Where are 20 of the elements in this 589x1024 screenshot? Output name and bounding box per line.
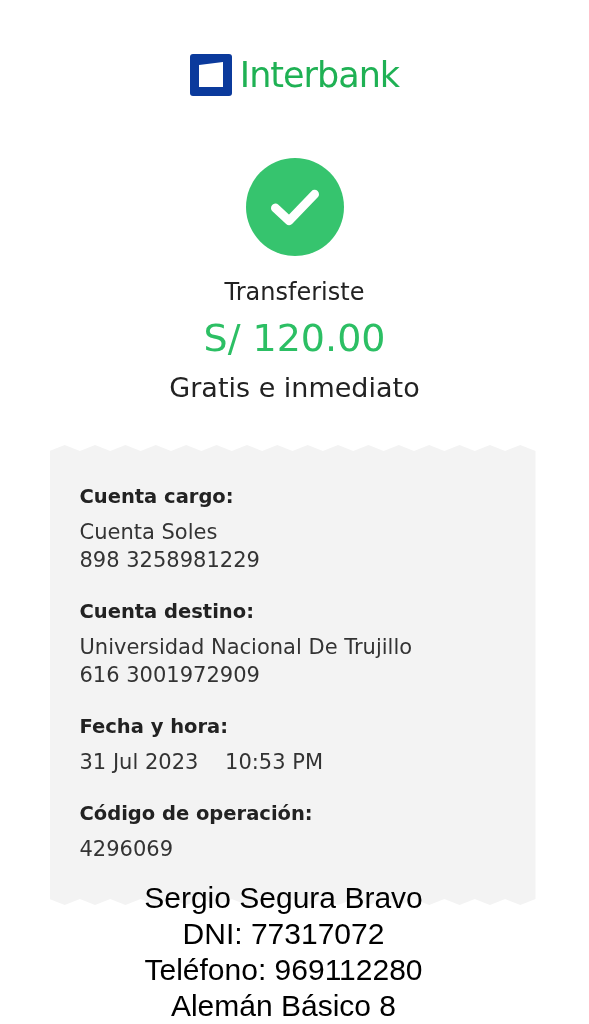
amount: S/ 120.00 — [203, 316, 386, 360]
detail-value: Cuenta Soles — [79, 519, 219, 546]
status-subtitle: Gratis e inmediato — [169, 372, 420, 403]
detail-value: 31 Jul 2023 10:53 PM — [79, 749, 325, 776]
detail-value: 4296069 — [79, 836, 175, 863]
check-icon — [244, 158, 345, 256]
detail-value: 898 3258981229 — [79, 547, 261, 574]
annotation-line: Alemán Básico 8 — [170, 988, 397, 1024]
brand-name: Interbank — [239, 54, 400, 96]
annotation-line: Sergio Segura Bravo — [144, 880, 423, 916]
detail-label: Cuenta cargo: — [79, 485, 235, 508]
detail-label: Cuenta destino: — [79, 600, 255, 623]
logo-icon — [189, 54, 232, 96]
annotation-line: Teléfono: 969112280 — [144, 952, 423, 988]
detail-value: Universidad Nacional De Trujillo — [79, 634, 414, 661]
detail-label: Código de operación: — [79, 802, 314, 825]
annotation-line: DNI: 77317072 — [182, 916, 385, 952]
detail-label: Fecha y hora: — [79, 715, 229, 738]
detail-value: 616 3001972909 — [79, 662, 261, 689]
status-title: Transferiste — [224, 278, 365, 306]
